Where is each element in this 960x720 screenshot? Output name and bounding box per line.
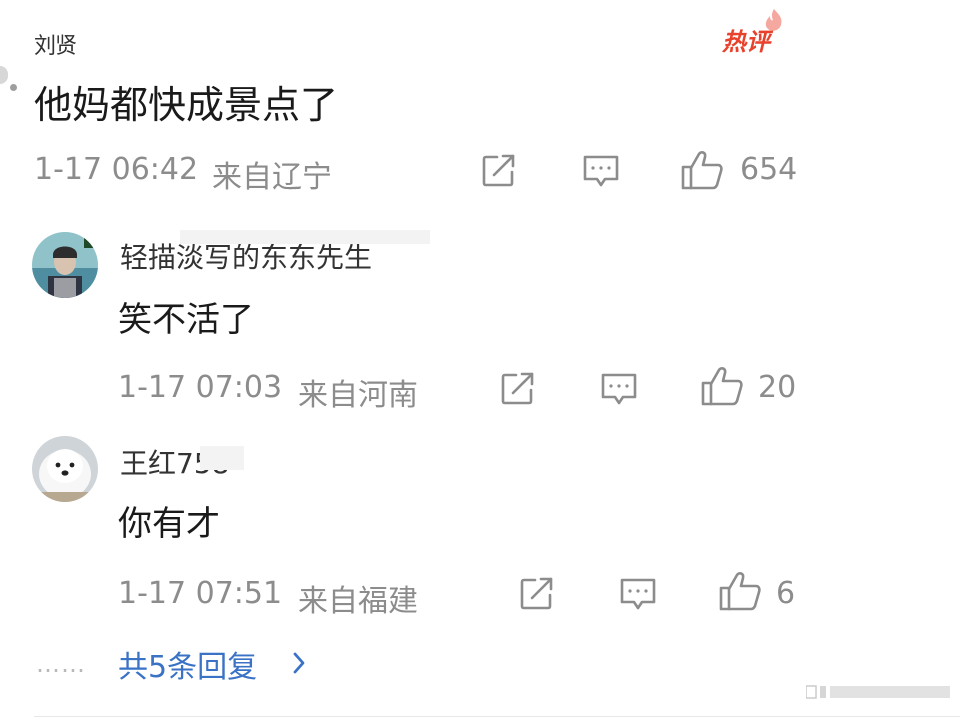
- like-icon[interactable]: [718, 571, 762, 611]
- comment-icon[interactable]: [619, 577, 657, 611]
- avatar[interactable]: [32, 436, 98, 502]
- divider: [34, 716, 960, 717]
- share-icon[interactable]: [500, 372, 536, 406]
- reply-text: 你有才: [118, 504, 220, 544]
- comment-timestamp: 1-17 06:42: [34, 152, 199, 187]
- name-blur: [180, 230, 430, 244]
- like-icon[interactable]: [700, 366, 744, 406]
- comment-icon[interactable]: [600, 372, 638, 406]
- reply-text: 笑不活了: [118, 300, 254, 340]
- avatar[interactable]: [32, 232, 98, 298]
- like-icon[interactable]: [680, 150, 724, 190]
- like-count: 6: [776, 576, 796, 611]
- watermark-logo: [806, 685, 950, 699]
- reply-location: 来自河南: [298, 378, 418, 413]
- flame-icon: [765, 9, 782, 31]
- like-count: 654: [740, 152, 798, 187]
- share-icon[interactable]: [519, 577, 555, 611]
- reply-timestamp: 1-17 07:51: [118, 576, 283, 611]
- comment-icon[interactable]: [582, 154, 620, 188]
- reply-location: 来自福建: [298, 584, 418, 619]
- name-blur: [200, 446, 244, 470]
- chevron-right-icon[interactable]: [290, 650, 308, 680]
- comment-location: 来自辽宁: [212, 160, 332, 195]
- share-icon[interactable]: [481, 154, 517, 188]
- scroll-indicator: [0, 66, 8, 84]
- like-count: 20: [758, 370, 797, 405]
- reply-timestamp: 1-17 07:03: [118, 370, 283, 405]
- view-replies-link[interactable]: 共5条回复: [118, 642, 257, 686]
- scroll-dot: [10, 84, 17, 91]
- more-dots: ……: [36, 650, 86, 678]
- comment-author[interactable]: 刘贤: [34, 28, 77, 60]
- comment-text: 他妈都快成景点了: [34, 83, 339, 127]
